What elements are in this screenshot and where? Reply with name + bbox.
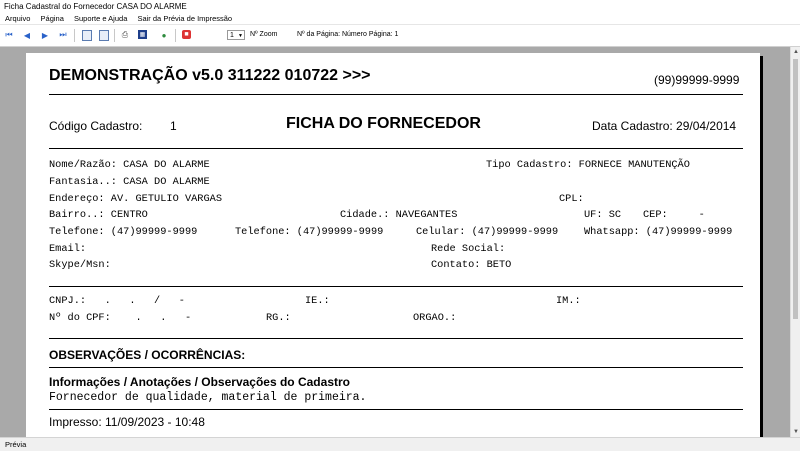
tipo-cadastro-field: Tipo Cadastro: FORNECE MANUTENÇÃO	[486, 159, 690, 171]
divider	[49, 94, 743, 95]
bairro-field: Bairro..: CENTRO	[49, 209, 148, 221]
export-icon[interactable]: ●	[159, 30, 169, 40]
chevron-down-icon: ▼	[238, 33, 243, 39]
codigo-label: Código Cadastro:	[49, 119, 143, 133]
next-page-icon[interactable]: ▶	[40, 30, 50, 40]
window-title: Ficha Cadastral do Fornecedor CASA DO AL…	[0, 0, 800, 13]
divider	[49, 148, 743, 149]
codigo-value: 1	[170, 119, 177, 133]
preview-area[interactable]: DEMONSTRAÇÃO v5.0 311222 010722 >>> (99)…	[0, 47, 790, 437]
celular-field: Celular: (47)99999-9999	[416, 226, 559, 238]
report-page: DEMONSTRAÇÃO v5.0 311222 010722 >>> (99)…	[26, 53, 760, 437]
info-title: Informações / Anotações / Observações do…	[49, 375, 350, 389]
zoom-label: Nº Zoom	[250, 31, 278, 38]
email-field: Email:	[49, 243, 87, 255]
info-text: Fornecedor de qualidade, material de pri…	[49, 391, 367, 404]
orgao-field: ORGAO.:	[413, 312, 457, 324]
scroll-thumb[interactable]	[793, 59, 798, 319]
toolbar: ⏮ ◀ ▶ ⏭ ⎙ ▦ ● ■	[0, 25, 800, 47]
contato-field: Contato: BETO	[431, 259, 512, 271]
status-bar: Prévia	[0, 437, 800, 450]
whatsapp-field: Whatsapp: (47)99999-9999	[584, 226, 733, 238]
first-page-icon[interactable]: ⏮	[4, 30, 14, 40]
cnpj-field: CNPJ.: . . / -	[49, 295, 185, 307]
divider	[49, 286, 743, 287]
divider	[49, 409, 743, 410]
im-field: IM.:	[556, 295, 581, 307]
telefone2-field: Telefone: (47)99999-9999	[235, 226, 384, 238]
cidade-field: Cidade.: NAVEGANTES	[340, 209, 458, 221]
multi-page-icon[interactable]	[99, 30, 109, 41]
skype-field: Skype/Msn:	[49, 259, 111, 271]
page-number-label: Nº da Página: Número Página: 1	[297, 31, 399, 38]
cep-field: CEP: -	[643, 209, 705, 221]
last-page-icon[interactable]: ⏭	[58, 30, 68, 40]
grid-icon[interactable]: ▦	[138, 30, 147, 39]
scroll-up-icon[interactable]: ▲	[793, 49, 799, 55]
cpl-field: CPL:	[559, 193, 584, 205]
divider	[49, 338, 743, 339]
scroll-down-icon[interactable]: ▼	[793, 429, 799, 435]
endereco-field: Endereço: AV. GETULIO VARGAS	[49, 193, 223, 205]
cpf-field: Nº do CPF: . . -	[49, 312, 192, 324]
menu-sair[interactable]: Sair da Prévia de Impressão	[137, 13, 232, 25]
header-phone: (99)99999-9999	[654, 73, 740, 87]
divider	[49, 367, 743, 368]
uf-field: UF: SC	[584, 209, 622, 221]
prev-page-icon[interactable]: ◀	[22, 30, 32, 40]
menu-pagina[interactable]: Página	[41, 13, 64, 25]
zoom-value: 1	[230, 32, 234, 39]
rg-field: RG.:	[266, 312, 291, 324]
stop-icon[interactable]: ■	[182, 30, 191, 39]
vertical-scrollbar[interactable]: ▲ ▼	[790, 47, 800, 437]
obs-title: OBSERVAÇÕES / OCORRÊNCIAS:	[49, 348, 246, 362]
fantasia-field: Fantasia..: CASA DO ALARME	[49, 176, 210, 188]
ie-field: IE.:	[305, 295, 330, 307]
single-page-icon[interactable]	[82, 30, 92, 41]
header-title: DEMONSTRAÇÃO v5.0 311222 010722 >>>	[49, 67, 371, 84]
nome-field: Nome/Razão: CASA DO ALARME	[49, 159, 210, 171]
menu-suporte[interactable]: Suporte e Ajuda	[74, 13, 127, 25]
menu-bar: Arquivo Página Suporte e Ajuda Sair da P…	[0, 13, 800, 25]
telefone1-field: Telefone: (47)99999-9999	[49, 226, 198, 238]
ficha-title: FICHA DO FORNECEDOR	[286, 115, 481, 132]
printer-icon[interactable]: ⎙	[120, 30, 130, 40]
data-cadastro: Data Cadastro: 29/04/2014	[592, 119, 737, 133]
impresso-text: Impresso: 11/09/2023 - 10:48	[49, 415, 205, 429]
menu-arquivo[interactable]: Arquivo	[5, 13, 30, 25]
rede-social-field: Rede Social:	[431, 243, 506, 255]
zoom-select[interactable]: 1 ▼	[227, 30, 245, 40]
